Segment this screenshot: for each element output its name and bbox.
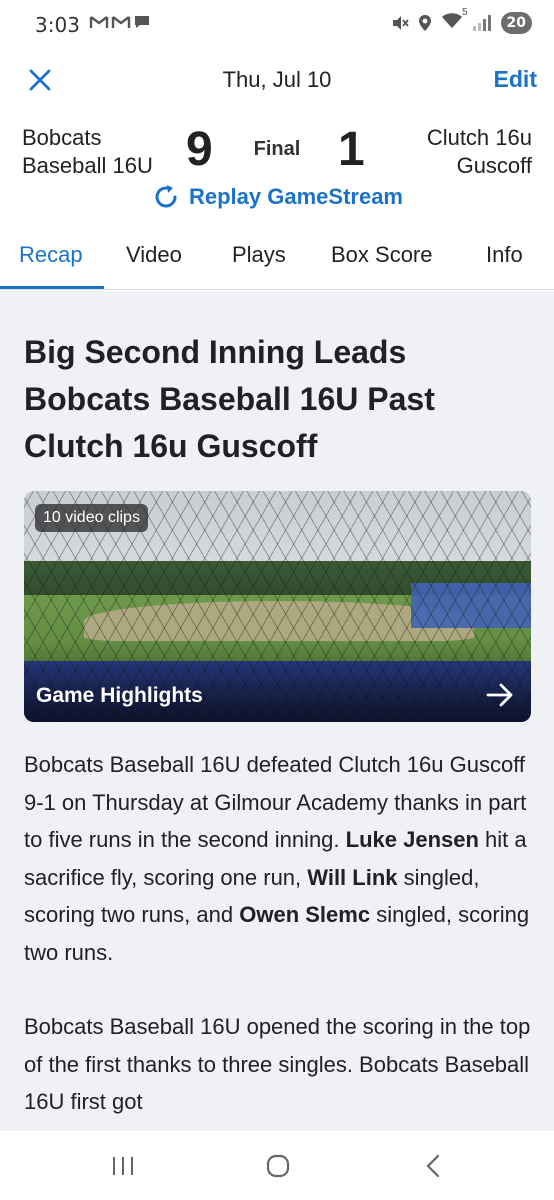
replay-icon — [155, 185, 177, 208]
top-bar: Thu, Jul 10 Edit — [0, 50, 554, 110]
game-highlights-card[interactable]: 10 video clips Game Highlights — [24, 491, 531, 722]
signal-icon — [472, 14, 491, 31]
mute-icon — [392, 15, 409, 30]
status-bar: 3:03 5 20 — [0, 0, 554, 50]
system-nav-bar — [0, 1131, 554, 1200]
status-right-icons: 5 20 — [391, 7, 532, 34]
edit-button[interactable]: Edit — [494, 66, 537, 93]
location-icon — [418, 14, 431, 31]
gmail-icon — [111, 16, 131, 28]
home-button[interactable] — [258, 1151, 298, 1181]
tab-recap[interactable]: Recap — [19, 242, 83, 268]
recap-story: Bobcats Baseball 16U defeated Clutch 16u… — [24, 746, 536, 1131]
replay-gamestream-button[interactable]: Replay GameStream — [0, 182, 554, 212]
recap-headline: Big Second Inning Leads Bobcats Baseball… — [24, 334, 435, 464]
tab-info[interactable]: Info — [486, 242, 523, 268]
tab-bar: Recap Video Plays Box Score Info — [0, 230, 554, 290]
arrow-right-icon — [486, 683, 513, 707]
player-name[interactable]: Will Link — [307, 865, 397, 890]
score-header: Bobcats Baseball 16U 9 Final 1 Clutch 16… — [0, 118, 554, 188]
recents-icon — [113, 1157, 133, 1175]
tab-video[interactable]: Video — [126, 242, 182, 268]
game-date: Thu, Jul 10 — [222, 67, 332, 92]
tab-plays[interactable]: Plays — [232, 242, 286, 268]
away-score: 1 — [338, 123, 365, 176]
video-thumbnail-shade — [24, 642, 531, 722]
back-button[interactable] — [413, 1151, 453, 1181]
tab-box-score[interactable]: Box Score — [331, 242, 433, 268]
recap-paragraph-1: Bobcats Baseball 16U defeated Clutch 16u… — [24, 746, 536, 971]
battery-badge: 20 — [500, 11, 532, 34]
gmail-icon — [89, 16, 109, 28]
back-icon — [426, 1154, 440, 1178]
player-name[interactable]: Owen Slemc — [239, 902, 370, 927]
wifi-label: 5 — [461, 7, 468, 18]
active-tab-indicator — [0, 286, 104, 289]
status-time: 3:03 — [35, 13, 80, 37]
chat-icon — [135, 16, 149, 28]
video-clips-badge: 10 video clips — [35, 504, 148, 532]
wifi-icon — [441, 13, 462, 28]
game-highlights-title: Game Highlights — [36, 684, 203, 707]
away-team-line1: Clutch 16u — [426, 125, 532, 150]
away-team-line2: Guscoff — [456, 153, 532, 178]
player-name[interactable]: Luke Jensen — [346, 827, 479, 852]
replay-label: Replay GameStream — [189, 184, 403, 209]
recap-content[interactable]: Big Second Inning Leads Bobcats Baseball… — [0, 291, 554, 1131]
recap-paragraph-2: Bobcats Baseball 16U opened the scoring … — [24, 1014, 531, 1114]
notification-icons — [89, 14, 151, 30]
away-team-name[interactable]: Clutch 16u Guscoff — [427, 124, 532, 180]
home-icon — [266, 1154, 290, 1178]
recents-button[interactable] — [103, 1151, 143, 1181]
